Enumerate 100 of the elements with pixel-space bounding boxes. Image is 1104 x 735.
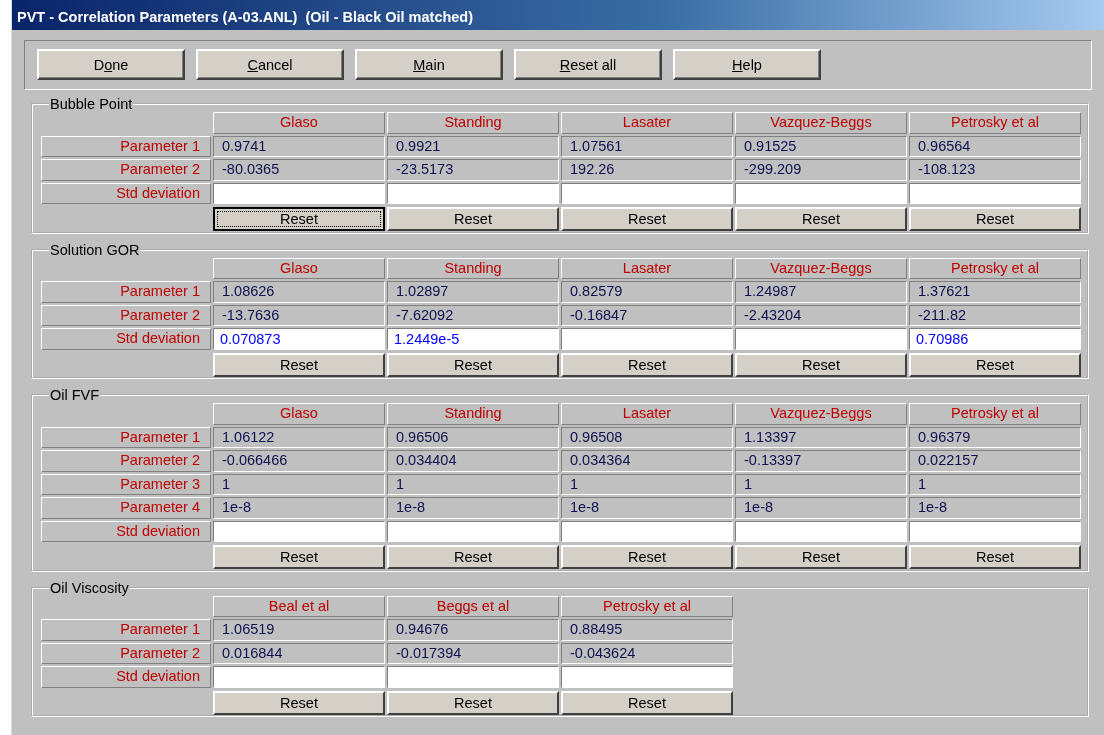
input-field[interactable] [735, 182, 907, 204]
value-cell: -13.7636 [213, 304, 385, 326]
value-cell: -2.43204 [735, 304, 907, 326]
input-field[interactable] [735, 328, 907, 350]
section-title: Oil FVF [49, 387, 101, 403]
value-cell: 1.24987 [735, 281, 907, 303]
value-cell: 1 [909, 473, 1081, 495]
row-label: Parameter 4 [41, 497, 211, 519]
input-field[interactable] [387, 182, 559, 204]
reset-button[interactable]: Reset [735, 545, 907, 569]
input-field[interactable] [561, 520, 733, 542]
value-cell: 0.96379 [909, 426, 1081, 448]
value-cell: 0.96508 [561, 426, 733, 448]
reset-button[interactable]: Reset [213, 207, 385, 231]
value-cell: 0.034364 [561, 450, 733, 472]
input-field[interactable] [213, 666, 385, 688]
input-field[interactable]: 0.70986 [909, 328, 1081, 350]
value-cell: 0.034404 [387, 450, 559, 472]
value-cell: 0.016844 [213, 642, 385, 664]
window-title: PVT - Correlation Parameters (A-03.ANL) (Oil - Black Oil matched) [12, 0, 1104, 30]
input-field[interactable] [561, 182, 733, 204]
reset-button[interactable]: Reset [909, 352, 1081, 377]
column-header: Standing [387, 257, 559, 279]
value-cell: 1 [213, 473, 385, 495]
reset-button[interactable]: Reset [213, 545, 385, 569]
value-cell: 1e-8 [213, 497, 385, 519]
input-field[interactable] [561, 328, 733, 350]
input-field[interactable]: 0.070873 [213, 328, 385, 350]
input-field[interactable] [387, 666, 559, 688]
reset-button[interactable]: Reset [387, 352, 559, 377]
reset-button[interactable]: Reset [561, 207, 733, 231]
input-field[interactable] [561, 666, 733, 688]
input-field[interactable] [909, 182, 1081, 204]
value-cell: -80.0365 [213, 159, 385, 181]
value-cell: 1 [387, 473, 559, 495]
reset-button[interactable]: Reset [387, 690, 559, 715]
column-header: Standing [387, 403, 559, 425]
value-cell: 0.91525 [735, 135, 907, 157]
reset-button[interactable]: Reset [561, 352, 733, 377]
value-cell: 1.08626 [213, 281, 385, 303]
value-cell: -0.043624 [561, 642, 733, 664]
reset-button[interactable]: Reset [735, 352, 907, 377]
reset-button[interactable]: Reset [735, 207, 907, 231]
reset-button[interactable]: Reset [561, 690, 733, 715]
section-title: Oil Viscosity [49, 579, 130, 596]
reset-button[interactable]: Reset [909, 545, 1081, 569]
value-cell: 1e-8 [561, 497, 733, 519]
row-label: Parameter 2 [41, 642, 211, 664]
column-header: Lasater [561, 403, 733, 425]
value-cell: 1e-8 [387, 497, 559, 519]
column-header: Standing [387, 112, 559, 134]
value-cell: 0.96506 [387, 426, 559, 448]
row-label: Std deviation [41, 182, 211, 204]
column-header: Petrosky et al [909, 403, 1081, 425]
dialog-button[interactable]: Done [37, 49, 185, 80]
reset-button[interactable]: Reset [387, 207, 559, 231]
dialog-button[interactable]: Main [355, 49, 503, 80]
value-cell: -0.066466 [213, 450, 385, 472]
row-label: Parameter 1 [41, 619, 211, 641]
column-header: Vazquez-Beggs [735, 403, 907, 425]
input-field[interactable]: 1.2449e-5 [387, 328, 559, 350]
reset-button[interactable]: Reset [213, 690, 385, 715]
dialog-button[interactable]: Help [673, 49, 821, 80]
column-header: Petrosky et al [909, 112, 1081, 134]
reset-button[interactable]: Reset [213, 352, 385, 377]
row-label: Std deviation [41, 520, 211, 542]
value-cell: -23.5173 [387, 159, 559, 181]
dialog-button[interactable]: Reset all [514, 49, 662, 80]
input-field[interactable] [213, 182, 385, 204]
input-field[interactable] [387, 520, 559, 542]
value-cell: -7.62092 [387, 304, 559, 326]
column-header: Petrosky et al [909, 257, 1081, 279]
column-header: Petrosky et al [561, 595, 733, 617]
row-label: Parameter 2 [41, 450, 211, 472]
input-field[interactable] [213, 520, 385, 542]
value-cell: -108.123 [909, 159, 1081, 181]
row-label: Parameter 2 [41, 304, 211, 326]
section-title: Solution GOR [49, 241, 141, 258]
dialog-button[interactable]: Cancel [196, 49, 344, 80]
column-header: Vazquez-Beggs [735, 257, 907, 279]
row-label: Std deviation [41, 666, 211, 688]
value-cell: 1.07561 [561, 135, 733, 157]
reset-button[interactable]: Reset [561, 545, 733, 569]
value-cell: 0.82579 [561, 281, 733, 303]
value-cell: 0.94676 [387, 619, 559, 641]
column-header: Lasater [561, 112, 733, 134]
reset-button[interactable]: Reset [909, 207, 1081, 231]
row-label: Parameter 2 [41, 159, 211, 181]
input-field[interactable] [909, 520, 1081, 542]
value-cell: -0.017394 [387, 642, 559, 664]
column-header: Glaso [213, 112, 385, 134]
column-header: Glaso [213, 257, 385, 279]
value-cell: 1e-8 [735, 497, 907, 519]
value-cell: 1 [735, 473, 907, 495]
value-cell: 0.88495 [561, 619, 733, 641]
row-label: Std deviation [41, 328, 211, 350]
value-cell: 1.13397 [735, 426, 907, 448]
reset-button[interactable]: Reset [387, 545, 559, 569]
input-field[interactable] [735, 520, 907, 542]
value-cell: 1e-8 [909, 497, 1081, 519]
